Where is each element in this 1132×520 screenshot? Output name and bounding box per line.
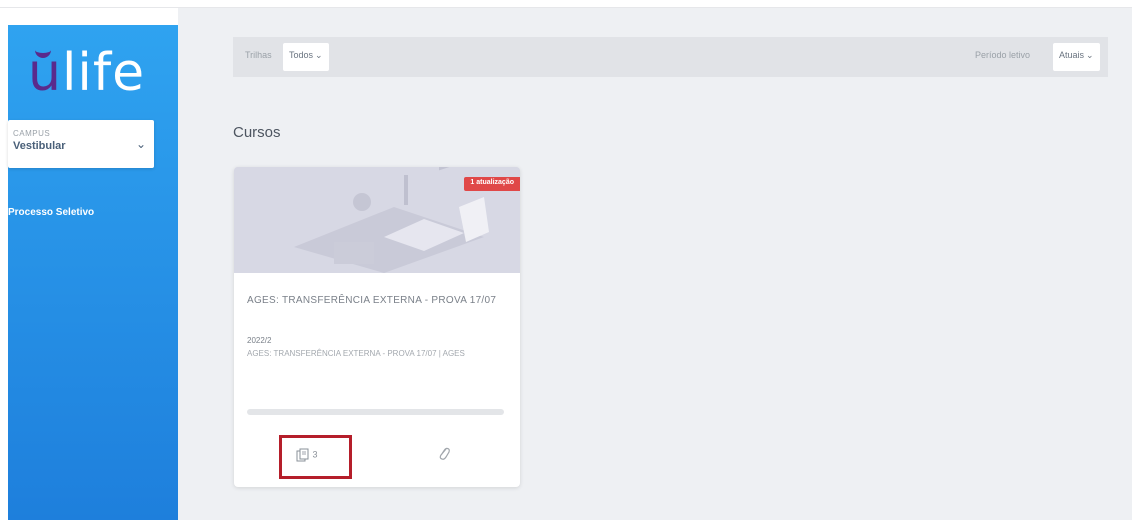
trilhas-value: Todos	[289, 50, 314, 60]
periodo-select[interactable]: Atuais ⌄	[1053, 43, 1100, 71]
trilhas-select[interactable]: Todos ⌄	[283, 43, 329, 71]
campus-value: Vestibular	[13, 140, 66, 152]
logo-accent-letter: u	[28, 43, 62, 103]
campus-caption: CAMPUS	[13, 129, 51, 138]
documents-button[interactable]: 3	[296, 448, 318, 462]
sidebar: ulife CAMPUS Vestibular ⌄ Processo Selet…	[8, 25, 178, 520]
course-cover-illustration: 1 atualização	[234, 167, 520, 273]
updates-badge: 1 atualização	[464, 177, 520, 191]
section-title: Cursos	[233, 124, 281, 141]
nav-item-processo-seletivo[interactable]: Processo Seletivo	[8, 207, 94, 218]
periodo-value: Atuais	[1059, 50, 1085, 60]
ulife-logo[interactable]: ulife	[28, 43, 145, 103]
campus-select[interactable]: CAMPUS Vestibular ⌄	[8, 120, 154, 168]
chevron-down-icon: ⌄	[1086, 50, 1094, 60]
paperclip-icon	[437, 447, 451, 466]
trilhas-label: Trilhas	[245, 50, 272, 60]
main-content: Trilhas Todos ⌄ Período letivo Atuais ⌄ Cu…	[178, 8, 1132, 520]
chevron-down-icon: ⌄	[315, 50, 323, 60]
course-progress-bar	[247, 409, 504, 415]
periodo-label: Período letivo	[975, 50, 1031, 60]
logo-text: life	[61, 43, 146, 103]
top-border	[0, 0, 1132, 8]
chevron-down-icon: ⌄	[135, 137, 146, 151]
course-description: AGES: TRANSFERÊNCIA EXTERNA - PROVA 17/0…	[247, 349, 465, 358]
attachments-button[interactable]	[437, 446, 451, 467]
course-title: AGES: TRANSFERÊNCIA EXTERNA - PROVA 17/0…	[247, 295, 497, 306]
filter-bar: Trilhas Todos ⌄ Período letivo Atuais ⌄	[233, 37, 1108, 77]
documents-icon	[296, 448, 313, 462]
documents-count: 3	[312, 449, 318, 460]
course-card[interactable]: 1 atualização AGES: TRANSFERÊNCIA EXTERN…	[234, 167, 520, 487]
course-period: 2022/2	[247, 336, 272, 345]
